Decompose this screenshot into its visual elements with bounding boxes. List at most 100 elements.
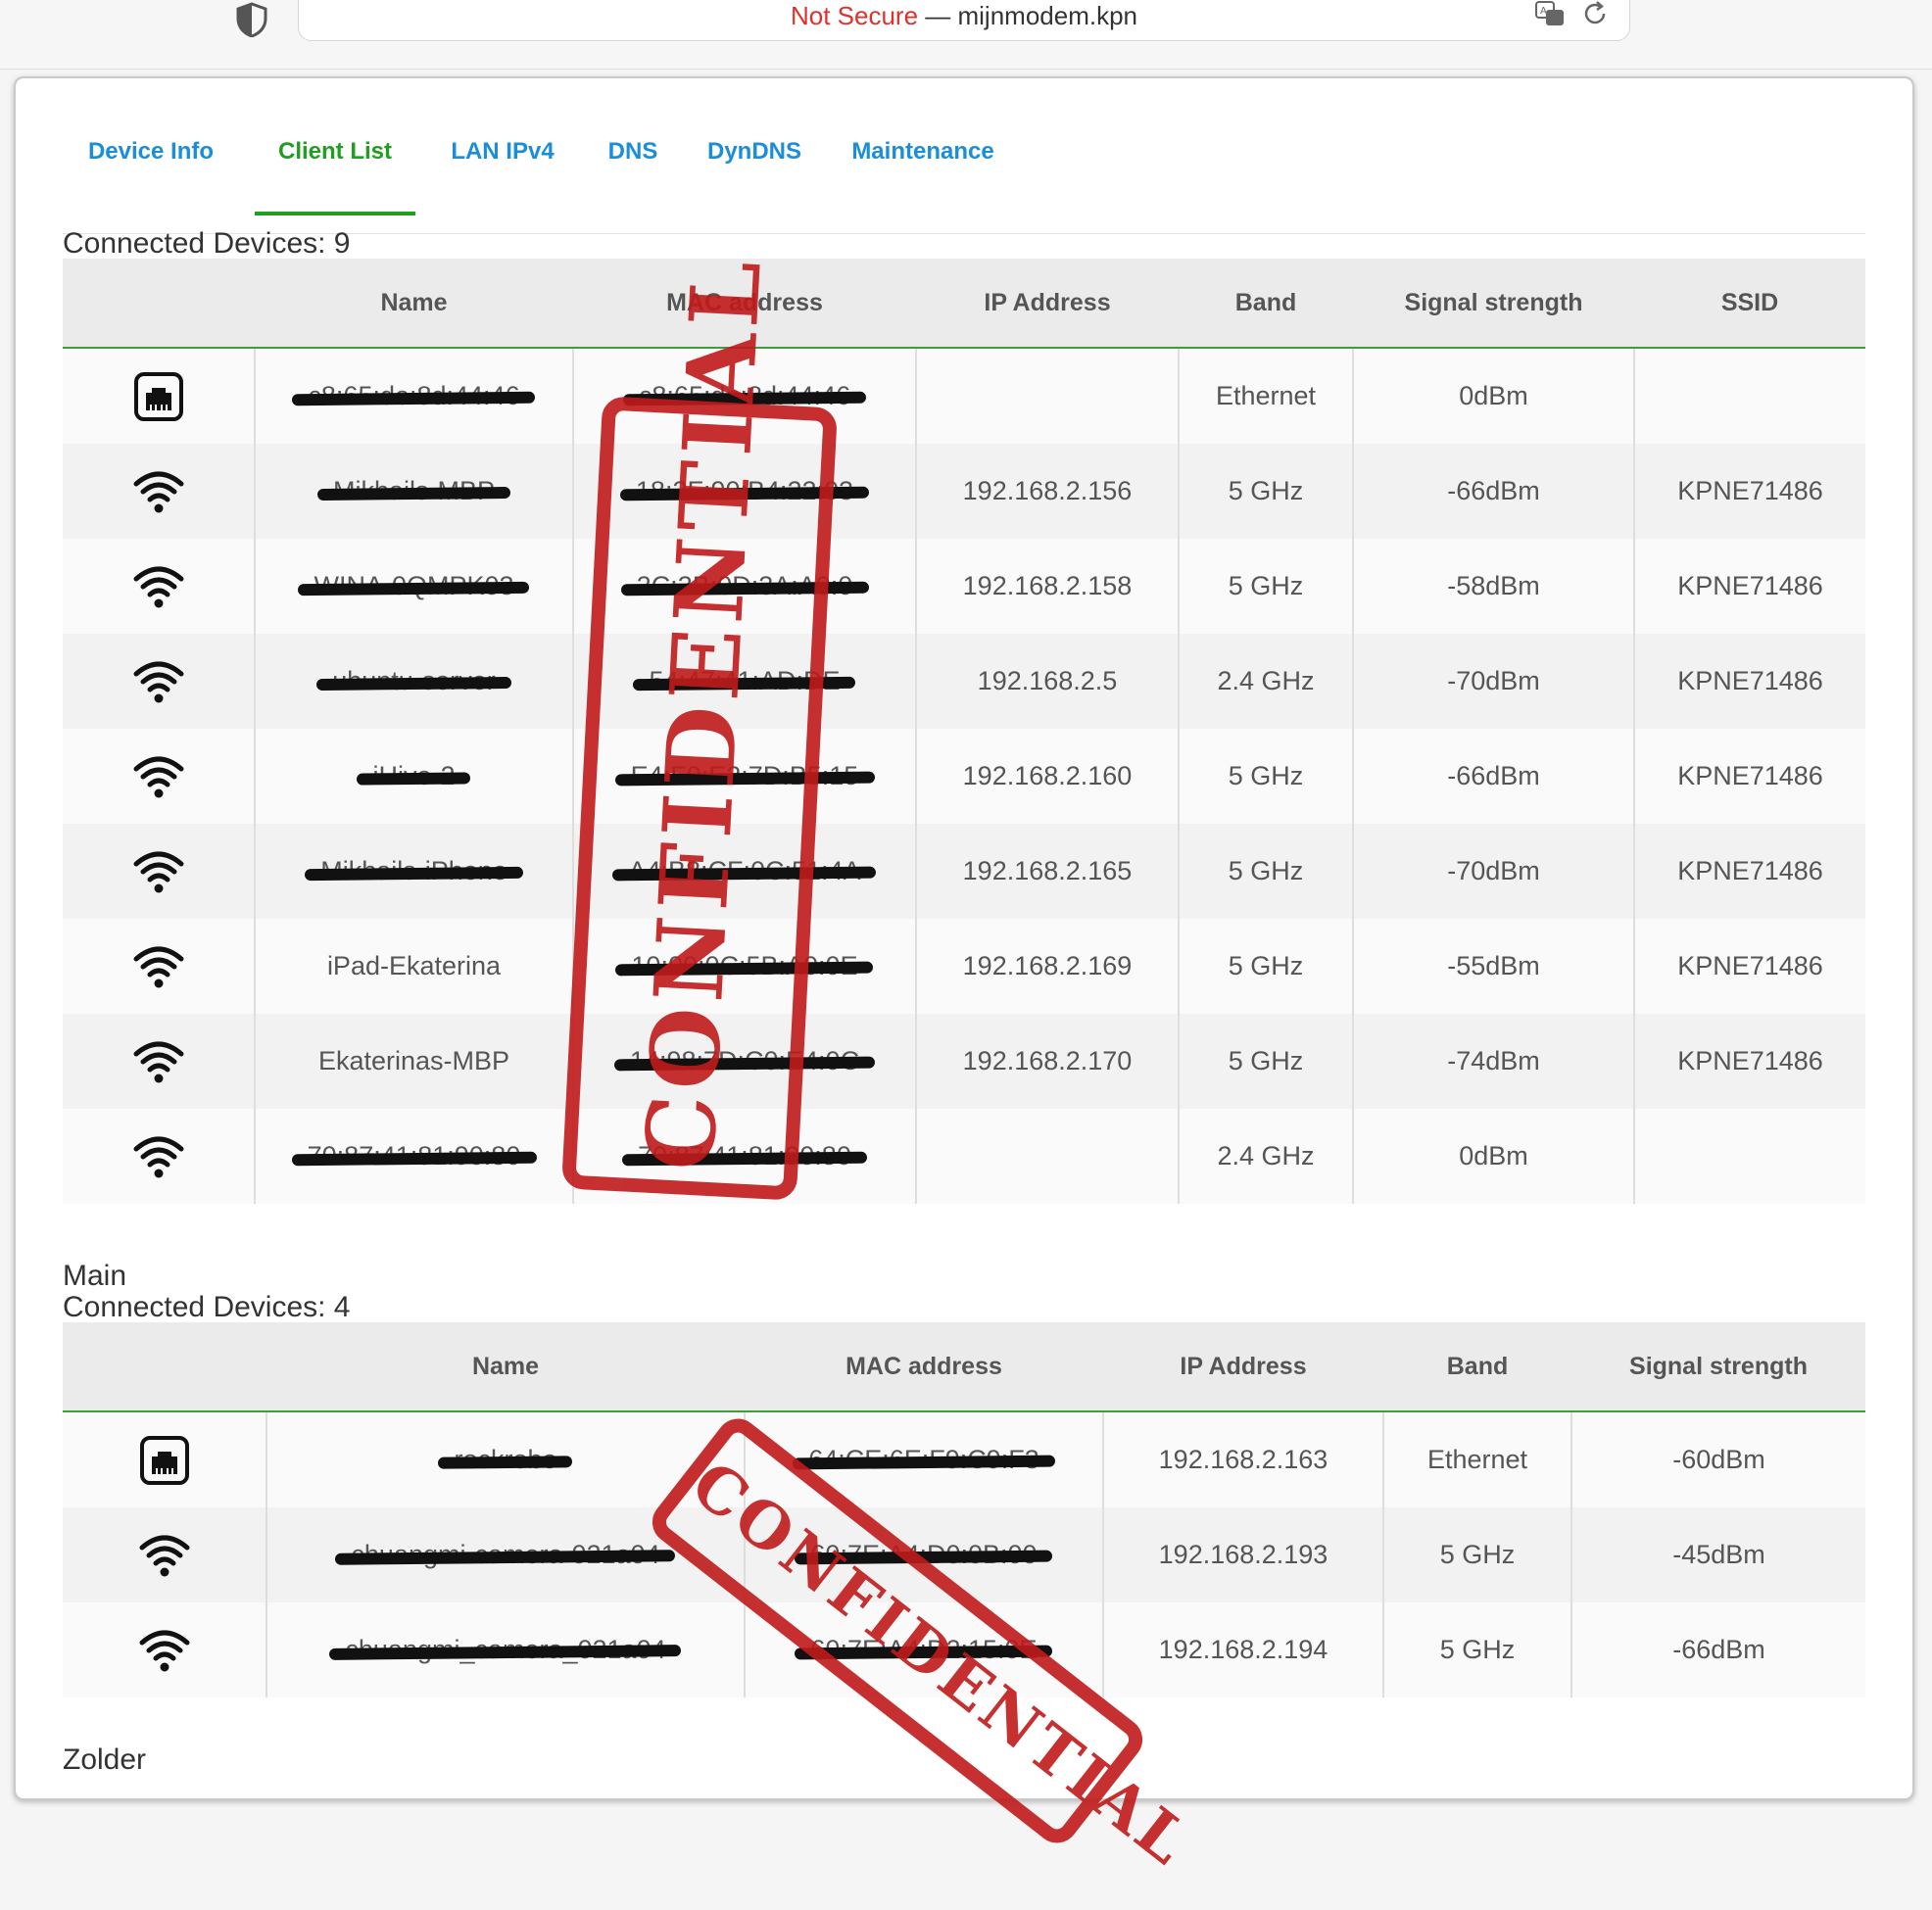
connection-type-cell [63, 1014, 256, 1109]
band: 5 GHz [1228, 1046, 1304, 1075]
ethernet-icon [63, 1435, 266, 1486]
column-header: Name [255, 259, 573, 349]
table-row: Ekaterinas-MBP 14:98:7D:C0:E4:0C 192.168.2… [63, 1014, 1865, 1109]
mac-address-cell: 14:98:7D:C0:E4:0C [573, 1014, 917, 1109]
band-cell: 5 GHz [1179, 729, 1354, 824]
band-cell: 5 GHz [1383, 1602, 1572, 1697]
translate-icon[interactable]: A [1535, 0, 1565, 28]
signal-strength-cell: -66dBm [1353, 729, 1635, 824]
ip-address: 192.168.2.158 [962, 571, 1133, 600]
wifi-icon [63, 659, 254, 704]
tab-lan-ipv4[interactable]: LAN IPv4 [429, 118, 576, 215]
signal-strength-cell: -55dBm [1353, 919, 1635, 1014]
table-row: iPad-Ekaterina 10:00:0C:5B:A0:0E 192.168.2… [63, 919, 1865, 1014]
tab-maintenance[interactable]: Maintenance [827, 118, 1019, 215]
band: Ethernet [1215, 381, 1317, 410]
ssid-cell: KPNE71486 [1634, 919, 1865, 1014]
connection-type-cell [63, 539, 256, 634]
column-header: Signal strength [1571, 1322, 1865, 1412]
band-cell: 5 GHz [1179, 539, 1354, 634]
mac-address-redacted: 10:00:0C:5B:A0:0E [631, 951, 858, 980]
signal-strength: -66dBm [1672, 1635, 1765, 1664]
connection-type-cell [63, 1109, 256, 1204]
wifi-icon [63, 754, 254, 799]
table-row: c8:65:de:8d:44:46 c8:65:de:8d:44:46 Ethern… [63, 348, 1865, 444]
band: 5 GHz [1228, 476, 1304, 505]
ssid: KPNE71486 [1677, 666, 1823, 695]
signal-strength: 0dBm [1459, 381, 1528, 410]
ip-address-cell: 192.168.2.193 [1103, 1507, 1384, 1602]
ssid-cell: KPNE71486 [1634, 1014, 1865, 1109]
ssid: KPNE71486 [1677, 476, 1823, 505]
mac-address-cell: 10:00:0C:5B:A0:0E [573, 919, 917, 1014]
signal-strength: -58dBm [1447, 571, 1540, 600]
column-header: SSID [1634, 259, 1865, 349]
tab-client-list[interactable]: Client List [255, 118, 415, 215]
device-name-cell: rockrobo [266, 1411, 746, 1507]
reload-icon[interactable] [1580, 0, 1610, 28]
not-secure-label: Not Secure [790, 1, 919, 30]
connection-type-cell [63, 919, 256, 1014]
url-host: mijnmodem.kpn [957, 1, 1138, 30]
tab-device-info[interactable]: Device Info [63, 118, 239, 215]
ssid: KPNE71486 [1677, 571, 1823, 600]
ip-address-cell: 192.168.2.156 [916, 444, 1180, 539]
band-cell: Ethernet [1383, 1411, 1572, 1507]
signal-strength-cell: -58dBm [1353, 539, 1635, 634]
mac-address-redacted: E4:F0:E2:7D:B5:15 [630, 761, 859, 790]
signal-strength: 0dBm [1459, 1141, 1528, 1170]
signal-strength-cell: 0dBm [1353, 1109, 1635, 1204]
table-row: ubuntu-server 54:47:41:AD:DE 192.168.2.5 2.… [63, 634, 1865, 729]
ssid-cell [1634, 348, 1865, 444]
device-name-redacted: Mikhails-MBP [332, 476, 496, 505]
signal-strength-cell: -74dBm [1353, 1014, 1635, 1109]
mac-address-cell: E4:F0:E2:7D:B5:15 [573, 729, 917, 824]
main-connected-devices-title: Connected Devices: 4 [63, 1291, 351, 1323]
client-table: Name MAC address IP Address Band Signal stre… [63, 259, 1865, 1204]
wifi-icon [63, 1134, 254, 1179]
device-name: Ekaterinas-MBP [317, 1046, 510, 1075]
band-cell: 2.4 GHz [1179, 1109, 1354, 1204]
band-cell: 5 GHz [1179, 1014, 1354, 1109]
tab-dns[interactable]: DNS [582, 118, 684, 215]
ip-address-cell [916, 1109, 1180, 1204]
mac-address-cell: c8:65:de:8d:44:46 [573, 348, 917, 444]
ip-address: 192.168.2.193 [1158, 1540, 1328, 1569]
device-name-cell: chuangmi_camera_021a04 [266, 1602, 746, 1697]
shield-icon[interactable] [235, 2, 268, 37]
table-row: WINA-0QMPK03 2C:3B:0D:3A:A0:0 192.168.2.15… [63, 539, 1865, 634]
ip-address: 192.168.2.169 [962, 951, 1133, 980]
device-name-redacted: Mikhails-iPhone [320, 856, 507, 885]
signal-strength: -60dBm [1672, 1445, 1765, 1474]
address-bar[interactable]: Not Secure — mijnmodem.kpn A [298, 0, 1630, 41]
tab-bar: Device Info Client List LAN IPv4 DNS Dyn… [63, 118, 1865, 234]
connection-type-cell [63, 634, 256, 729]
ssid-cell: KPNE71486 [1634, 444, 1865, 539]
connection-type-cell [63, 348, 256, 444]
table-row: chuangmi-camera-021a04 60:7E:A4:D0:0B:00 1… [63, 1507, 1865, 1602]
signal-strength: -70dBm [1447, 666, 1540, 695]
band: 5 GHz [1228, 856, 1304, 885]
connection-type-cell [63, 824, 256, 919]
table-row: Mikhails-iPhone A4:B8:CF:0C:51:4A 192.168.… [63, 824, 1865, 919]
ssid-cell [1634, 1109, 1865, 1204]
column-header: IP Address [1103, 1322, 1383, 1412]
signal-strength-cell: -60dBm [1571, 1411, 1865, 1507]
mac-address-cell: 2C:3B:0D:3A:A0:0 [573, 539, 917, 634]
modem-page: Device Info Client List LAN IPv4 DNS Dyn… [14, 76, 1914, 1881]
ssid: KPNE71486 [1677, 951, 1823, 980]
device-name-cell: ubuntu-server [255, 634, 574, 729]
mac-address-redacted: 2C:3B:0D:3A:A0:0 [636, 571, 853, 600]
signal-strength: -74dBm [1447, 1046, 1540, 1075]
signal-strength-cell: -70dBm [1353, 824, 1635, 919]
ip-address: 192.168.2.165 [962, 856, 1133, 885]
device-name-redacted: rockrobo [454, 1445, 557, 1474]
browser-toolbar: Not Secure — mijnmodem.kpn A [0, 0, 1932, 70]
device-name-redacted: iHive-2 [372, 761, 456, 790]
ip-address-cell: 192.168.2.165 [916, 824, 1180, 919]
band-cell: 5 GHz [1383, 1507, 1572, 1602]
band: Ethernet [1426, 1445, 1528, 1474]
ssid: KPNE71486 [1677, 1046, 1823, 1075]
tab-dyndns[interactable]: DynDNS [686, 118, 823, 215]
wifi-icon [63, 1533, 266, 1578]
